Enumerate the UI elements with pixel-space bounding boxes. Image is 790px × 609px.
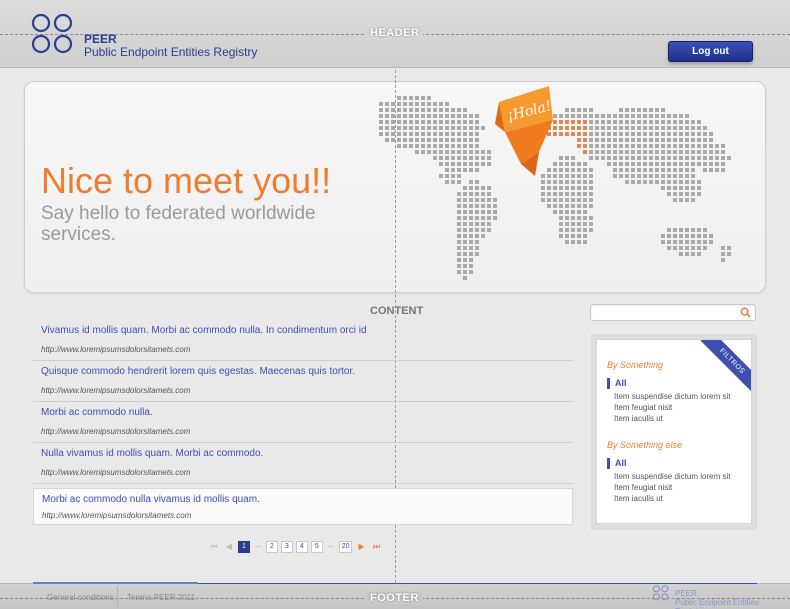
search-box [590,304,756,323]
result-item[interactable]: Nulla vivamus id mollis quam. Morbi ac c… [33,443,573,484]
filter-group: All Item suspendise dictum lorem sit Ite… [607,378,751,424]
filter-option[interactable]: Item feugiat nisit [614,402,751,413]
result-title-link[interactable]: Nulla vivamus id mollis quam. Morbi ac c… [41,448,565,459]
filter-option[interactable]: Item suspendise dictum lorem sit [614,391,751,402]
content-guide-label: CONTENT [370,305,424,317]
pagination: ⏮ ◀ 1 ... 2 3 4 5 ... 20 ▶ ⏭ [208,540,382,554]
filter-all-option[interactable]: All [607,458,751,469]
result-item[interactable]: Quisque commodo hendrerit lorem quis ege… [33,361,573,402]
result-url: http://www.loremipsumsdolorsitamets.com [41,468,191,477]
results-list: Vivamus id mollis quam. Morbi ac commodo… [33,320,573,525]
result-url: http://www.loremipsumsdolorsitamets.com [41,427,191,436]
search-icon[interactable] [740,307,751,318]
page-ellipsis: ... [327,542,334,549]
filter-option[interactable]: Item suspendise dictum lorem sit [614,471,751,482]
header-guide-label: HEADER [366,27,424,39]
result-title-link[interactable]: Morbi ac commodo nulla. [41,407,565,418]
filter-group: All Item suspendise dictum lorem sit Ite… [607,458,751,504]
page-link-last[interactable]: 20 [338,541,353,553]
result-title-link[interactable]: Morbi ac commodo nulla vivamus id mollis… [42,494,564,505]
hero-title: Nice to meet you!! [41,160,332,201]
next-page-icon[interactable]: ▶ [355,541,367,553]
result-title-link[interactable]: Quisque commodo hendrerit lorem quis ege… [41,366,565,377]
page-ellipsis: ... [255,542,261,549]
result-item[interactable]: Vivamus id mollis quam. Morbi ac commodo… [33,320,573,361]
result-item-highlighted[interactable]: Morbi ac commodo nulla vivamus id mollis… [33,488,573,525]
hola-badge: ¡Hola! [495,86,553,176]
filter-box: FILTROS By Something All Item suspendise… [596,339,752,524]
page-link[interactable]: 3 [280,541,293,553]
footer-separator [117,586,118,606]
brand-subtitle: Public Endpoint Entities Registry [84,45,258,59]
result-item[interactable]: Morbi ac commodo nulla. http://www.lorem… [33,402,573,443]
result-url: http://www.loremipsumsdolorsitamets.com [42,511,192,520]
footer-brand-title: PEER [675,589,697,598]
footer-brand: PEER Public Endpoint Entities Registry [675,589,790,609]
footer-link-terena[interactable]: Terena PEER 2011 [127,593,195,602]
filter-option[interactable]: Item iaculis ut [614,413,751,424]
peer-logo [31,13,73,54]
first-page-icon[interactable]: ⏮ [208,541,220,553]
footer-active-tab-bar [33,582,198,584]
hero-subtitle: Say hello to federated worldwide service… [41,203,316,245]
logout-button[interactable]: Log out [668,41,753,62]
result-url: http://www.loremipsumsdolorsitamets.com [41,386,191,395]
search-input[interactable] [591,307,731,323]
filter-option[interactable]: Item feugiat nisit [614,482,751,493]
footer-brand-subtitle: Public Endpoint Entities Registry [675,598,760,609]
footer-guide-label: FOOTER [366,592,423,604]
result-title-link[interactable]: Vivamus id mollis quam. Morbi ac commodo… [41,325,565,336]
filter-all-option[interactable]: All [607,378,751,389]
footer-link-conditions[interactable]: General conditions [47,593,114,602]
result-url: http://www.loremipsumsdolorsitamets.com [41,345,191,354]
prev-page-icon[interactable]: ◀ [223,541,235,553]
filter-heading: By Something else [607,440,683,450]
page-link[interactable]: 5 [310,541,323,553]
last-page-icon[interactable]: ⏭ [370,541,382,553]
brand-title: PEER [84,32,117,46]
footer-peer-logo [652,585,669,601]
page-link[interactable]: 4 [295,541,308,553]
filter-panel: FILTROS By Something All Item suspendise… [591,334,757,530]
filter-option[interactable]: Item iaculis ut [614,493,751,504]
page-link[interactable]: 2 [265,541,278,553]
page-link-current[interactable]: 1 [238,541,250,553]
